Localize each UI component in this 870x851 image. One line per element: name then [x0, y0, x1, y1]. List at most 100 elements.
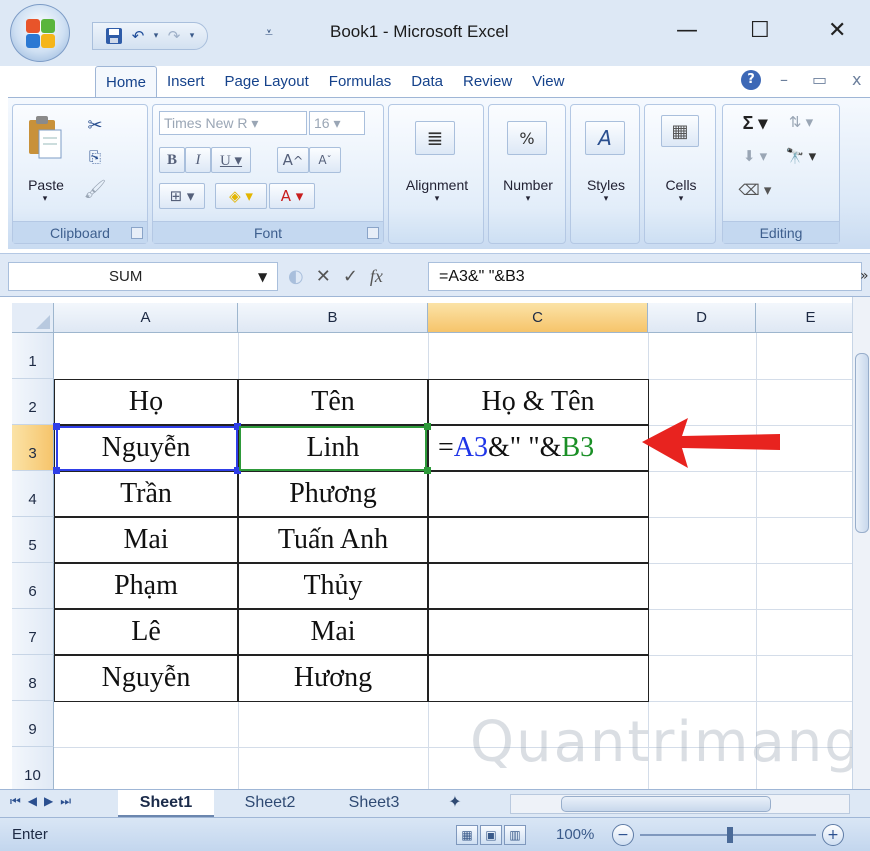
number-button[interactable]: Number	[489, 177, 567, 193]
select-all-corner[interactable]	[12, 303, 54, 333]
tab-data[interactable]: Data	[401, 66, 453, 98]
cell-a8[interactable]: Nguyễn	[54, 655, 238, 701]
ribbon-minimize-icon[interactable]: –	[780, 70, 788, 89]
cut-icon[interactable]: ✂	[83, 113, 107, 137]
cell-a6[interactable]: Phạm	[54, 563, 238, 609]
column-header-e[interactable]: E	[756, 303, 852, 333]
cell-b8[interactable]: Hương	[238, 655, 428, 701]
fill-icon[interactable]: ⬇ ▾	[733, 147, 777, 165]
zoom-in-icon[interactable]: +	[822, 824, 844, 846]
alignment-button[interactable]: Alignment	[389, 177, 485, 193]
sheet-tab-3[interactable]: Sheet3	[326, 790, 422, 817]
cells-dropdown-icon[interactable]: ▾	[671, 193, 691, 204]
cell-a7[interactable]: Lê	[54, 609, 238, 655]
tab-view[interactable]: View	[522, 66, 574, 98]
minimize-button[interactable]: —	[676, 18, 698, 43]
zoom-level[interactable]: 100%	[556, 826, 594, 843]
horizontal-scroll-thumb[interactable]	[561, 796, 771, 812]
name-box[interactable]: SUM	[8, 262, 278, 291]
font-size-combo[interactable]: 16 ▾	[309, 111, 365, 135]
cell-b5[interactable]: Tuấn Anh	[238, 517, 428, 563]
ribbon-close-icon[interactable]: x	[852, 70, 861, 89]
bold-button[interactable]: B	[159, 147, 185, 173]
column-header-b[interactable]: B	[238, 303, 428, 333]
sheet-nav-buttons[interactable]: ⏮◀▶⏭	[10, 794, 78, 809]
sheet-tab-2[interactable]: Sheet2	[222, 790, 318, 817]
italic-button[interactable]: I	[185, 147, 211, 173]
undo-dropdown-icon[interactable]: ▾	[151, 31, 161, 41]
number-dropdown-icon[interactable]: ▾	[518, 193, 538, 204]
ref-handle[interactable]	[53, 467, 60, 474]
formula-input[interactable]: =A3&" "&B3	[428, 262, 862, 291]
cell-c2[interactable]: Họ & Tên	[428, 379, 648, 425]
font-launcher-icon[interactable]	[367, 227, 379, 239]
percent-icon[interactable]: %	[507, 121, 547, 155]
cancel-formula-icon[interactable]: ✕	[316, 266, 331, 287]
cell-b6[interactable]: Thủy	[238, 563, 428, 609]
find-select-icon[interactable]: 🔭 ▾	[779, 147, 823, 165]
redo-dropdown-icon[interactable]: ▾	[187, 31, 197, 41]
clipboard-launcher-icon[interactable]	[131, 227, 143, 239]
save-icon[interactable]	[103, 25, 125, 47]
cell-a5[interactable]: Mai	[54, 517, 238, 563]
column-header-c[interactable]: C	[428, 303, 648, 333]
customize-qat-icon[interactable]: ⩡	[265, 25, 273, 41]
clear-icon[interactable]: ⌫ ▾	[733, 181, 777, 199]
paste-button[interactable]: Paste	[21, 177, 71, 193]
page-break-view-icon[interactable]: ▥	[504, 825, 526, 845]
ref-handle[interactable]	[53, 423, 60, 430]
cell-b7[interactable]: Mai	[238, 609, 428, 655]
row-header-6[interactable]: 6	[12, 563, 54, 609]
enter-formula-icon[interactable]: ✓	[343, 266, 358, 287]
underline-button[interactable]: U ▾	[211, 147, 251, 173]
row-header-3[interactable]: 3	[12, 425, 54, 471]
name-box-dropdown-icon[interactable]: ▼	[258, 270, 267, 284]
cells-button[interactable]: Cells	[645, 177, 717, 193]
column-header-a[interactable]: A	[54, 303, 238, 333]
paste-icon[interactable]	[25, 113, 65, 161]
insert-function-icon[interactable]: fx	[370, 266, 383, 287]
shrink-font-button[interactable]: Aˇ	[309, 147, 341, 173]
help-icon[interactable]: ?	[741, 70, 761, 90]
insert-sheet-icon[interactable]: ✦	[440, 790, 470, 817]
row-header-7[interactable]: 7	[12, 609, 54, 655]
page-layout-view-icon[interactable]: ▣	[480, 825, 502, 845]
tab-home[interactable]: Home	[95, 66, 158, 98]
zoom-slider-knob[interactable]	[727, 827, 733, 843]
tab-insert[interactable]: Insert	[157, 66, 215, 98]
row-header-5[interactable]: 5	[12, 517, 54, 563]
horizontal-scrollbar[interactable]	[510, 794, 850, 814]
cells-icon[interactable]: ▦	[661, 115, 699, 147]
zoom-out-icon[interactable]: −	[612, 824, 634, 846]
ref-handle[interactable]	[424, 467, 431, 474]
copy-icon[interactable]: ⎘	[83, 145, 107, 169]
cell-c3-editing[interactable]: = A3 &" "& B3	[428, 425, 648, 471]
close-button[interactable]: ✕	[828, 18, 846, 43]
expand-formula-bar-icon[interactable]: »	[860, 268, 869, 284]
maximize-button[interactable]: ☐	[750, 18, 770, 43]
sheet-tab-1[interactable]: Sheet1	[118, 790, 214, 817]
font-name-combo[interactable]: Times New R ▾	[159, 111, 307, 135]
row-header-8[interactable]: 8	[12, 655, 54, 701]
row-header-2[interactable]: 2	[12, 379, 54, 425]
vertical-scrollbar[interactable]	[852, 297, 870, 789]
tab-page-layout[interactable]: Page Layout	[215, 66, 319, 98]
grow-font-button[interactable]: A ^	[277, 147, 309, 173]
styles-icon[interactable]: A	[585, 121, 625, 155]
alignment-icon[interactable]: ≣	[415, 121, 455, 155]
cell-a4[interactable]: Trần	[54, 471, 238, 517]
font-color-button[interactable]: A ▾	[269, 183, 315, 209]
tab-formulas[interactable]: Formulas	[319, 66, 402, 98]
format-painter-icon[interactable]: 🖌	[83, 177, 107, 201]
tab-review[interactable]: Review	[453, 66, 522, 98]
sort-filter-icon[interactable]: ⇅ ▾	[779, 113, 823, 131]
row-header-4[interactable]: 4	[12, 471, 54, 517]
ref-handle[interactable]	[424, 423, 431, 430]
undo-icon[interactable]: ↶	[127, 25, 149, 47]
paste-dropdown-icon[interactable]: ▾	[35, 193, 55, 204]
ribbon-restore-icon[interactable]: ▭	[812, 70, 827, 89]
cell-b4[interactable]: Phương	[238, 471, 428, 517]
styles-dropdown-icon[interactable]: ▾	[596, 193, 616, 204]
alignment-dropdown-icon[interactable]: ▾	[427, 193, 447, 204]
cell-b2[interactable]: Tên	[238, 379, 428, 425]
